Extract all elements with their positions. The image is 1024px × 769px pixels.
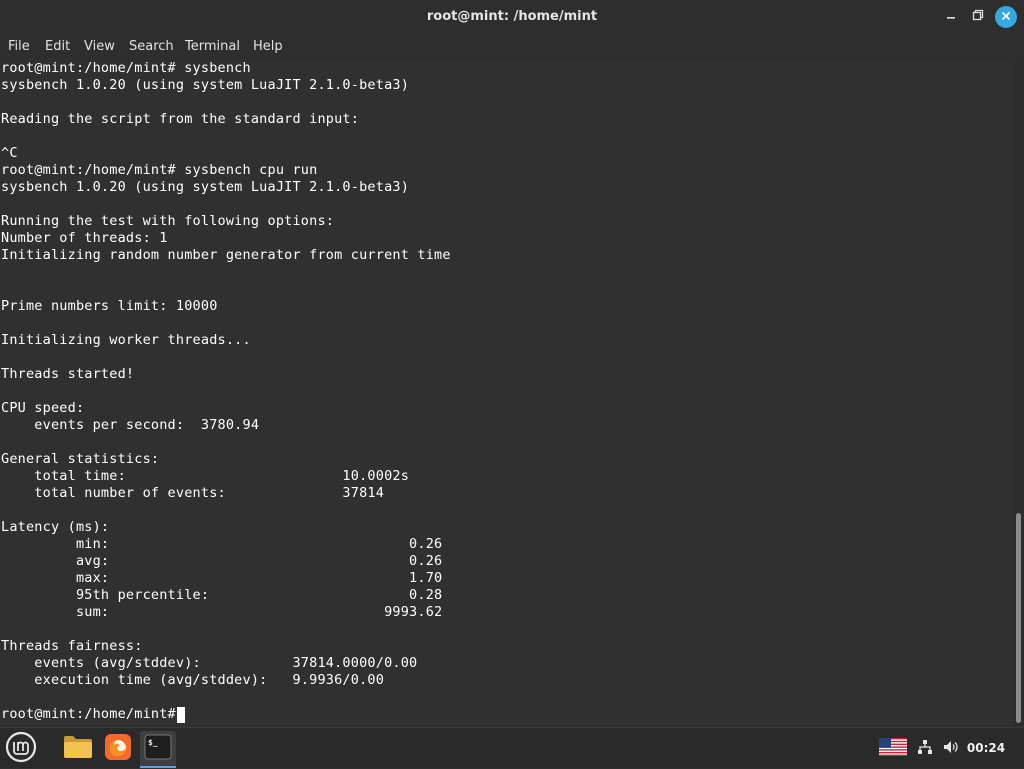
network-button[interactable]: [914, 731, 936, 767]
network-icon: [917, 739, 933, 760]
linux-mint-menu-icon: [5, 731, 37, 768]
menu-terminal[interactable]: Terminal: [185, 34, 240, 60]
terminal-line: 95th percentile: 0.28: [1, 587, 443, 603]
files-folder-icon: [63, 734, 93, 765]
terminal-line: total time: 10.0002s: [1, 468, 410, 484]
terminal-line: Running the test with following options:: [1, 213, 335, 229]
taskbar: $_ 00:24: [0, 727, 1024, 768]
terminal-output[interactable]: root@mint:/home/mint# sysbench sysbench …: [0, 60, 1014, 727]
taskbar-files-button[interactable]: [60, 731, 96, 767]
terminal-icon-glyph: $_: [148, 738, 158, 747]
terminal-line: ^C: [1, 145, 18, 161]
terminal-icon: $_: [144, 734, 172, 765]
menu-bar: File Edit View Search Terminal Help: [0, 34, 1024, 60]
terminal-line: Reading the script from the standard inp…: [1, 111, 360, 127]
start-menu-button[interactable]: [3, 731, 39, 767]
terminal-line: Threads fairness:: [1, 638, 143, 654]
scrollbar-thumb[interactable]: [1016, 513, 1021, 723]
close-button[interactable]: [995, 6, 1017, 28]
terminal-line: Number of threads: 1: [1, 230, 168, 246]
menu-help[interactable]: Help: [253, 34, 283, 60]
menu-view[interactable]: View: [84, 34, 115, 60]
terminal-prompt: root@mint:/home/mint#: [1, 706, 185, 722]
terminal-line: Prime numbers limit: 10000: [1, 298, 218, 314]
minimize-icon: [945, 8, 957, 26]
terminal-line: avg: 0.26: [1, 553, 443, 569]
terminal-scrollbar[interactable]: [1014, 60, 1024, 727]
menu-edit[interactable]: Edit: [45, 34, 70, 60]
terminal-cursor: [177, 707, 185, 723]
minimize-button[interactable]: [941, 7, 961, 27]
us-flag-icon: [879, 737, 907, 761]
terminal-line: min: 0.26: [1, 536, 443, 552]
terminal-line: Initializing worker threads...: [1, 332, 251, 348]
terminal-line: total number of events: 37814: [1, 485, 385, 501]
terminal-line: General statistics:: [1, 451, 160, 467]
restore-icon: [972, 8, 984, 26]
terminal-line: events per second: 3780.94: [1, 417, 260, 433]
terminal-line: Latency (ms):: [1, 519, 110, 535]
firefox-icon: [104, 733, 132, 766]
terminal-line: max: 1.70: [1, 570, 443, 586]
terminal-line: Threads started!: [1, 366, 135, 382]
terminal-line: CPU speed:: [1, 400, 85, 416]
terminal-line: execution time (avg/stddev): 9.9936/0.00: [1, 672, 385, 688]
window-title: root@mint: /home/mint: [426, 9, 598, 24]
close-icon: [1001, 8, 1011, 26]
terminal-line: sysbench 1.0.20 (using system LuaJIT 2.1…: [1, 179, 410, 195]
volume-button[interactable]: [940, 731, 962, 767]
menu-search[interactable]: Search: [129, 34, 174, 60]
taskbar-clock[interactable]: 00:24: [960, 728, 1012, 769]
terminal-line: root@mint:/home/mint# sysbench cpu run: [1, 162, 318, 178]
keyboard-layout-button[interactable]: [876, 731, 910, 767]
terminal-line: Initializing random number generator fro…: [1, 247, 451, 263]
terminal-line: sum: 9993.62: [1, 604, 443, 620]
window-titlebar[interactable]: root@mint: /home/mint: [0, 0, 1024, 34]
volume-icon: [943, 739, 959, 760]
terminal-line: sysbench 1.0.20 (using system LuaJIT 2.1…: [1, 77, 410, 93]
taskbar-firefox-button[interactable]: [100, 731, 136, 767]
terminal-line: root@mint:/home/mint# sysbench: [1, 60, 251, 76]
terminal-line: events (avg/stddev): 37814.0000/0.00: [1, 655, 418, 671]
maximize-button[interactable]: [968, 7, 988, 27]
menu-file[interactable]: File: [8, 34, 30, 60]
taskbar-terminal-button[interactable]: $_: [140, 731, 176, 767]
